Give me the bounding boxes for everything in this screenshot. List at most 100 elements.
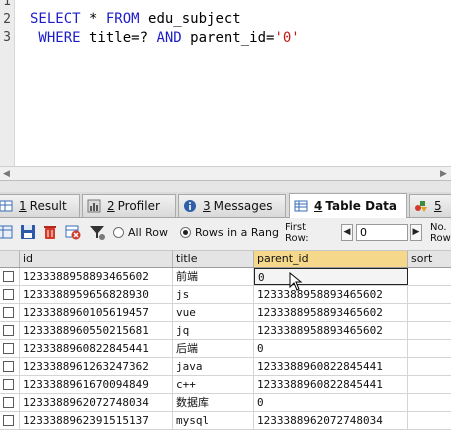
cell-id[interactable]: 1233388961263247362 xyxy=(20,358,173,375)
editor-horizontal-scrollbar[interactable]: ◀ ▶ xyxy=(0,166,451,181)
previous-page-button[interactable]: ◀ xyxy=(341,224,353,241)
filter-icon[interactable] xyxy=(89,224,105,240)
row-selector[interactable] xyxy=(0,340,20,357)
row-checkbox[interactable] xyxy=(3,361,14,372)
row-selector[interactable] xyxy=(0,412,20,429)
cell-title[interactable]: 数据库 xyxy=(173,394,254,411)
tab-messages[interactable]: 3 Messages xyxy=(178,194,286,217)
cell-title[interactable]: 后端 xyxy=(173,340,254,357)
grid-view-icon[interactable] xyxy=(0,224,13,240)
cell-sort[interactable] xyxy=(408,304,451,321)
scroll-right-icon[interactable]: ▶ xyxy=(440,169,447,179)
profiler-icon xyxy=(87,199,101,213)
table-row[interactable]: 1233388961670094849 c++ 1233388960822845… xyxy=(0,376,451,394)
first-row-input[interactable]: 0 xyxy=(356,224,408,241)
save-icon[interactable] xyxy=(20,224,36,240)
row-checkbox[interactable] xyxy=(3,379,14,390)
table-row[interactable]: 1233388962391515137 mysql 12333889620727… xyxy=(0,412,451,430)
row-selector[interactable] xyxy=(0,304,20,321)
cell-parent-id[interactable]: 0 xyxy=(254,340,408,357)
sql-keyword: FROM xyxy=(105,11,140,27)
next-page-button[interactable]: ▶ xyxy=(410,224,422,241)
cell-sort[interactable] xyxy=(408,268,451,285)
table-row[interactable]: 1233388960105619457 vue 1233388958893465… xyxy=(0,304,451,322)
line-number: 2 xyxy=(3,12,11,27)
sql-string: '0' xyxy=(274,30,300,46)
delete-icon[interactable] xyxy=(42,224,58,240)
table-row[interactable]: 1233388960822845441 后端 0 xyxy=(0,340,451,358)
column-header-id[interactable]: id xyxy=(20,251,173,267)
row-checkbox[interactable] xyxy=(3,271,14,282)
scroll-left-icon[interactable]: ◀ xyxy=(3,169,10,179)
cell-title[interactable]: vue xyxy=(173,304,254,321)
row-selector[interactable] xyxy=(0,286,20,303)
tab-label: Messages xyxy=(213,199,273,213)
row-checkbox[interactable] xyxy=(3,397,14,408)
cell-id[interactable]: 1233388959656828930 xyxy=(20,286,173,303)
cell-title[interactable]: js xyxy=(173,286,254,303)
cell-id[interactable]: 1233388961670094849 xyxy=(20,376,173,393)
line-number: 1 xyxy=(3,0,11,9)
cell-parent-id[interactable]: 0 xyxy=(254,268,408,285)
table-row[interactable]: 1233388962072748034 数据库 0 xyxy=(0,394,451,412)
cell-title[interactable]: 前端 xyxy=(173,268,254,285)
cell-sort[interactable] xyxy=(408,412,451,429)
cell-sort[interactable] xyxy=(408,322,451,339)
row-selector[interactable] xyxy=(0,394,20,411)
cell-sort[interactable] xyxy=(408,394,451,411)
column-header-sort[interactable]: sort xyxy=(408,251,451,267)
row-checkbox[interactable] xyxy=(3,307,14,318)
cell-id[interactable]: 1233388962391515137 xyxy=(20,412,173,429)
table-row[interactable]: 1233388960550215681 jq 12333889588934656… xyxy=(0,322,451,340)
cell-title[interactable]: java xyxy=(173,358,254,375)
row-checkbox[interactable] xyxy=(3,289,14,300)
tab-info[interactable]: 5 xyxy=(409,194,451,217)
tab-result[interactable]: 1 Result xyxy=(0,194,80,217)
sql-editor[interactable]: 1 2 3 SELECT * FROM edu_subject WHERE ti… xyxy=(0,0,451,166)
cell-title[interactable]: jq xyxy=(173,322,254,339)
row-selector[interactable] xyxy=(0,268,20,285)
all-row-radio[interactable] xyxy=(113,227,124,238)
cell-parent-id[interactable]: 1233388958893465602 xyxy=(254,286,408,303)
tab-label: Result xyxy=(29,199,67,213)
row-selector[interactable] xyxy=(0,322,20,339)
table-row[interactable]: 1233388958893465602 前端 0 xyxy=(0,268,451,286)
table-data-grid[interactable]: id title parent_id sort 1233388958893465… xyxy=(0,251,451,430)
row-checkbox[interactable] xyxy=(3,343,14,354)
cell-sort[interactable] xyxy=(408,358,451,375)
cell-id[interactable]: 1233388960105619457 xyxy=(20,304,173,321)
cell-title[interactable]: c++ xyxy=(173,376,254,393)
rows-in-range-radio[interactable] xyxy=(180,227,191,238)
row-selector[interactable] xyxy=(0,358,20,375)
row-selector[interactable] xyxy=(0,376,20,393)
cell-id[interactable]: 1233388960822845441 xyxy=(20,340,173,357)
row-checkbox[interactable] xyxy=(3,325,14,336)
column-header-title[interactable]: title xyxy=(173,251,254,267)
cell-id[interactable]: 1233388962072748034 xyxy=(20,394,173,411)
cell-sort[interactable] xyxy=(408,340,451,357)
cell-title[interactable]: mysql xyxy=(173,412,254,429)
row-checkbox[interactable] xyxy=(3,415,14,426)
cell-id[interactable]: 1233388958893465602 xyxy=(20,268,173,285)
rows-in-range-label: Rows in a Rang xyxy=(195,226,279,239)
cell-parent-id[interactable]: 1233388958893465602 xyxy=(254,304,408,321)
sql-line-1[interactable]: SELECT * FROM edu_subject xyxy=(30,10,241,28)
column-header-parent-id[interactable]: parent_id xyxy=(254,251,408,267)
table-row[interactable]: 1233388959656828930 js 12333889588934656… xyxy=(0,286,451,304)
cell-parent-id[interactable]: 1233388962072748034 xyxy=(254,412,408,429)
sql-line-2[interactable]: WHERE title=? AND parent_id='0' xyxy=(30,29,300,47)
table-row[interactable]: 1233388961263247362 java 123338896082284… xyxy=(0,358,451,376)
tab-profiler[interactable]: 2 Profiler xyxy=(82,194,176,217)
cancel-changes-icon[interactable] xyxy=(65,224,81,240)
cell-parent-id[interactable]: 1233388960822845441 xyxy=(254,358,408,375)
cell-id[interactable]: 1233388960550215681 xyxy=(20,322,173,339)
cell-sort[interactable] xyxy=(408,376,451,393)
cell-parent-id[interactable]: 0 xyxy=(254,394,408,411)
cell-parent-id[interactable]: 1233388958893465602 xyxy=(254,322,408,339)
cell-parent-id[interactable]: 1233388960822845441 xyxy=(254,376,408,393)
header-corner xyxy=(0,251,20,267)
info-shapes-icon xyxy=(415,201,427,212)
tab-table-data[interactable]: 4 Table Data xyxy=(289,193,407,218)
sql-text: parent_id= xyxy=(181,30,275,46)
cell-sort[interactable] xyxy=(408,286,451,303)
